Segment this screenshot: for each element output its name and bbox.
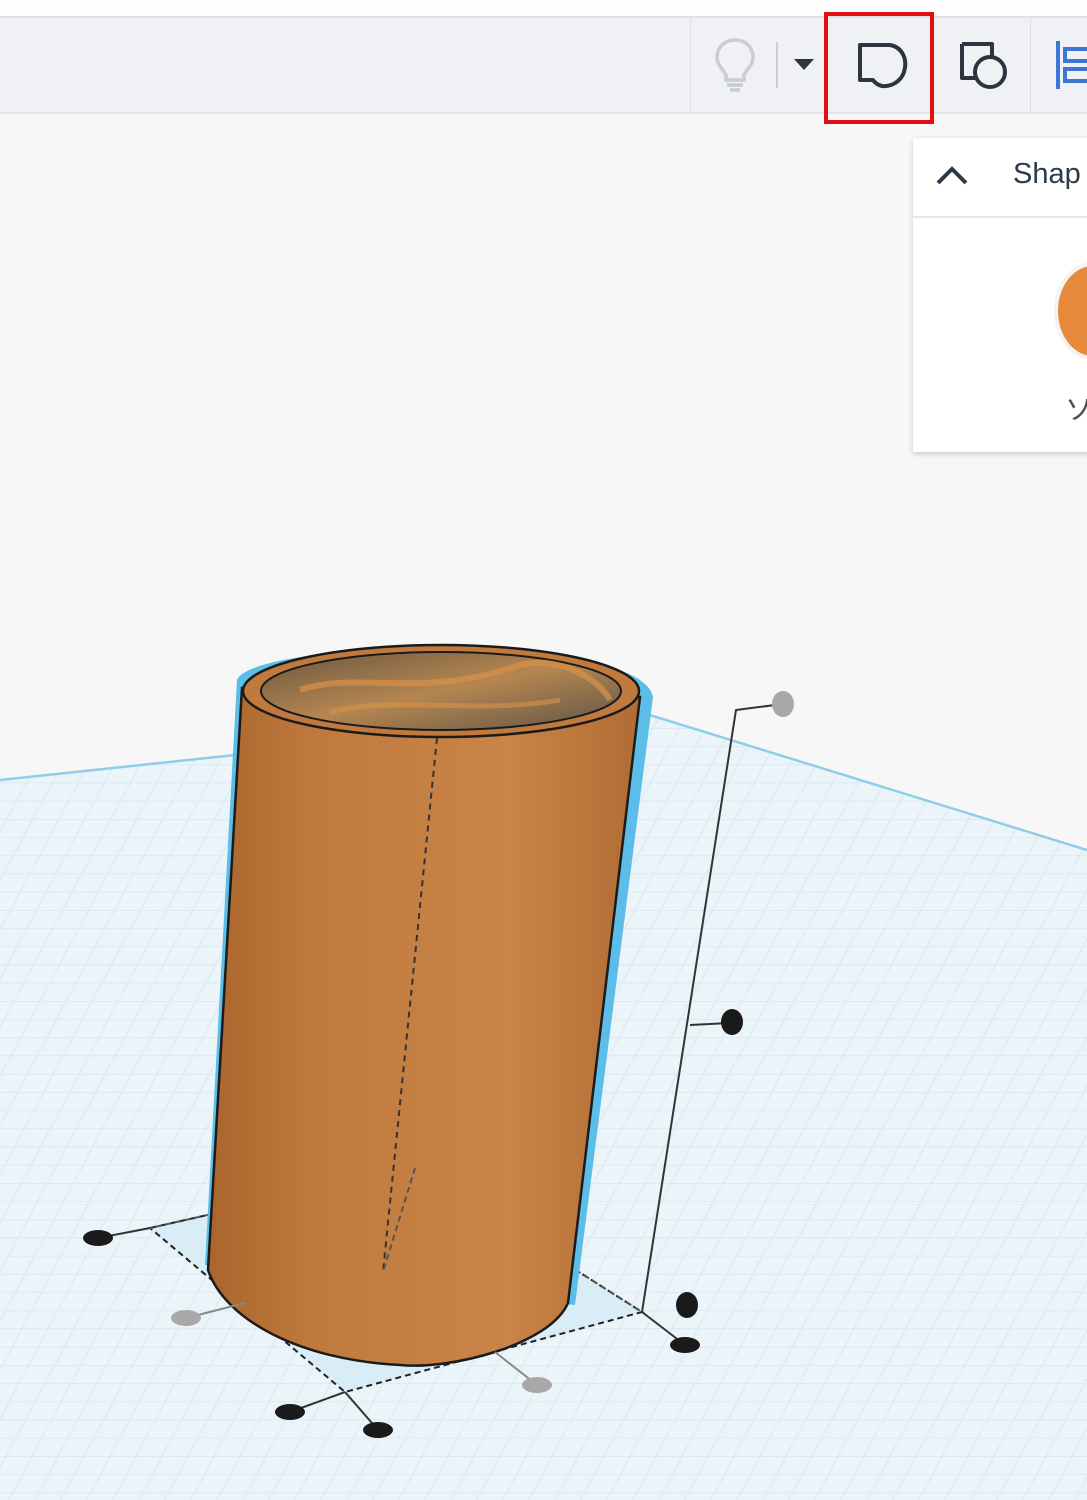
caret-down-icon <box>794 59 814 70</box>
shape-panel-header[interactable]: Shap <box>913 138 1087 218</box>
toolbar-separator <box>690 18 691 112</box>
group-shapes-icon <box>858 43 908 89</box>
shape-panel-title: Shap <box>1013 158 1081 190</box>
chevron-up-icon[interactable] <box>935 164 969 186</box>
swatch-label: ソ <box>1065 393 1087 426</box>
toolbar-separator-2 <box>1030 18 1031 112</box>
shape-panel: Shap ソ <box>913 138 1087 452</box>
lightbulb-icon <box>715 38 755 92</box>
group-button[interactable] <box>832 18 932 112</box>
top-strip <box>0 0 1087 18</box>
hint-lightbulb-button[interactable] <box>700 18 770 112</box>
align-icon <box>1055 41 1087 89</box>
color-swatch[interactable] <box>1058 266 1087 356</box>
toolbar <box>0 18 1087 114</box>
toolbar-divider <box>776 42 778 88</box>
ungroup-shapes-icon <box>960 42 1007 89</box>
ungroup-button[interactable] <box>936 18 1032 112</box>
align-button[interactable] <box>1050 18 1087 112</box>
dropdown-button[interactable] <box>786 18 822 112</box>
